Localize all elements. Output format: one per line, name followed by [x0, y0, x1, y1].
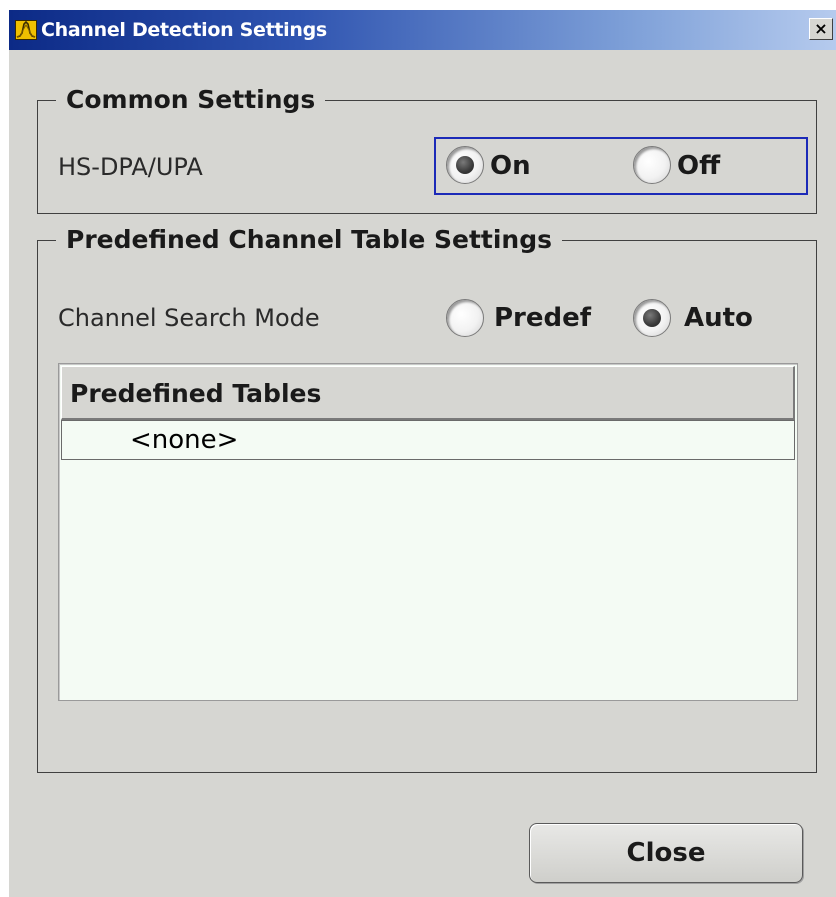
predefined-tables-list[interactable]: Predefined Tables <none>: [58, 363, 798, 701]
hsdpa-off-label[interactable]: Off: [677, 151, 720, 181]
title-bar[interactable]: Channel Detection Settings ×: [9, 10, 836, 50]
radio-selected-dot: [643, 309, 661, 327]
table-row-value: <none>: [130, 425, 239, 455]
channel-detection-dialog: Channel Detection Settings × Common Sett…: [8, 10, 836, 897]
predefined-table-settings-group: Predefined Channel Table Settings Channe…: [37, 224, 817, 773]
window-title: Channel Detection Settings: [41, 19, 327, 41]
close-button[interactable]: Close: [529, 823, 803, 883]
hsdpa-on-radio[interactable]: [446, 146, 484, 184]
close-icon[interactable]: ×: [809, 18, 833, 40]
hsdpa-on-label[interactable]: On: [490, 151, 531, 181]
hsdpa-upa-label: HS-DPA/UPA: [58, 153, 203, 181]
common-settings-group: Common Settings HS-DPA/UPA On Off: [37, 84, 817, 214]
common-settings-legend: Common Settings: [56, 84, 326, 116]
hsdpa-off-radio[interactable]: [633, 146, 671, 184]
predefined-settings-legend: Predefined Channel Table Settings: [56, 224, 563, 256]
spectrum-app-icon: [15, 20, 37, 40]
table-header-label: Predefined Tables: [70, 379, 322, 408]
search-mode-predef-radio[interactable]: [446, 299, 484, 337]
search-mode-auto-label[interactable]: Auto: [684, 303, 753, 333]
table-row[interactable]: <none>: [61, 420, 795, 460]
channel-search-mode-label: Channel Search Mode: [58, 304, 320, 332]
table-header[interactable]: Predefined Tables: [61, 366, 795, 420]
radio-selected-dot: [456, 156, 474, 174]
search-mode-auto-radio[interactable]: [633, 299, 671, 337]
search-mode-predef-label[interactable]: Predef: [494, 303, 591, 333]
